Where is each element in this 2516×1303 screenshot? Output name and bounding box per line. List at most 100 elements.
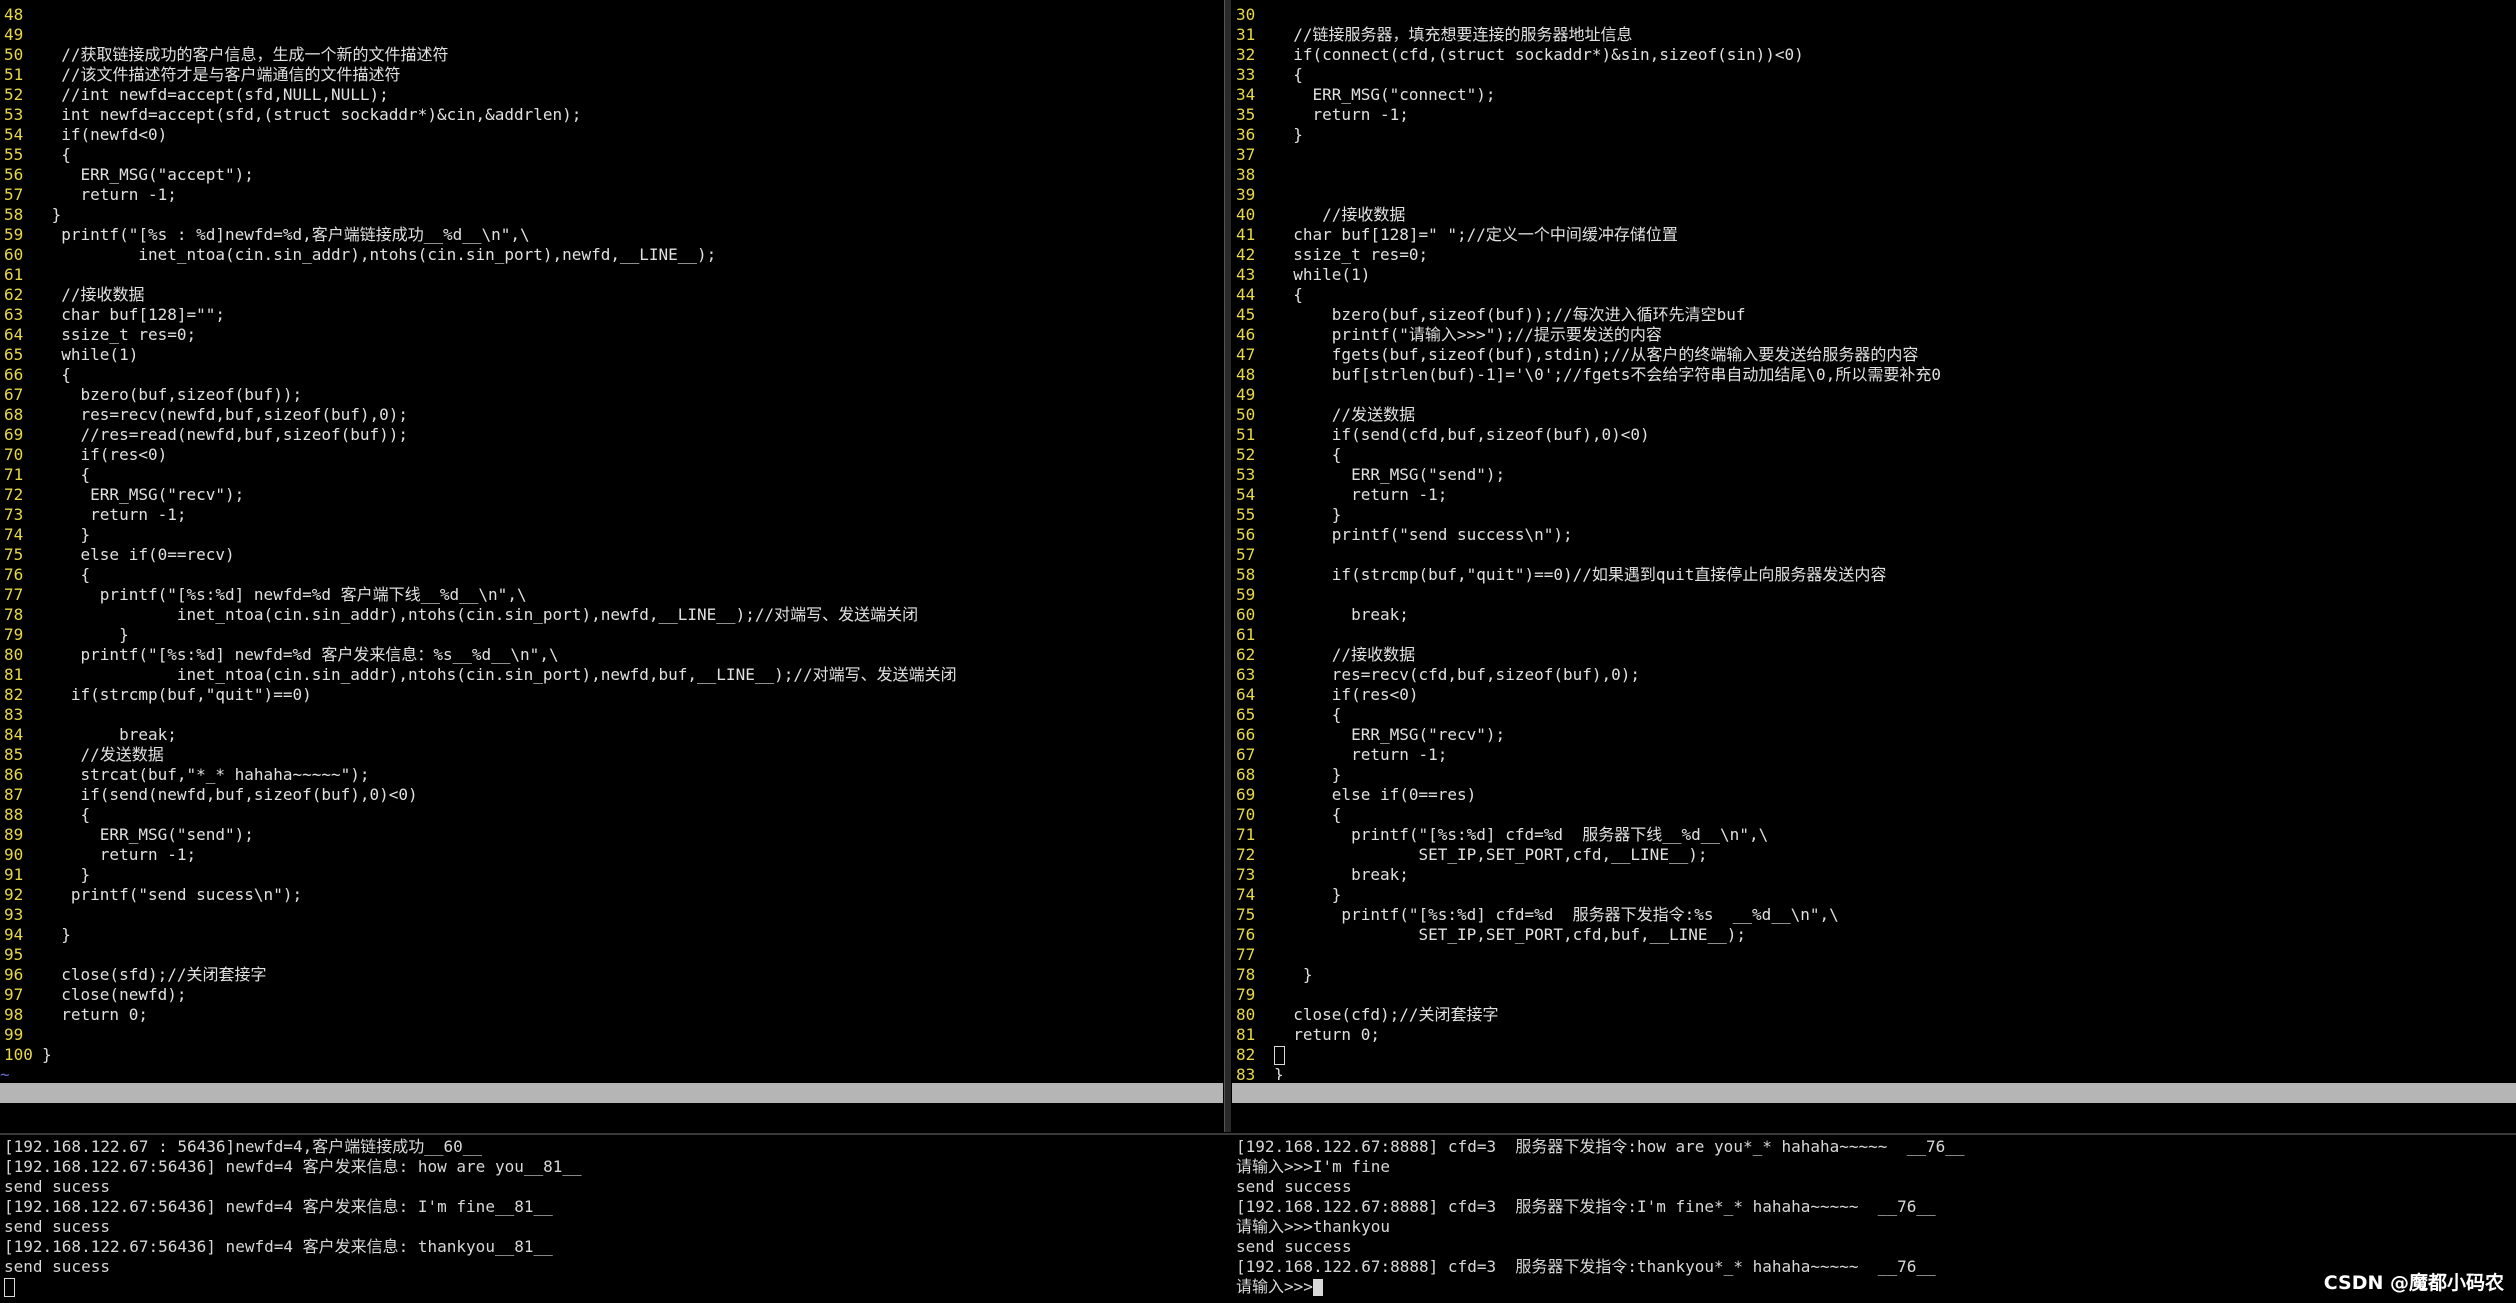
- code-line[interactable]: 34 ERR_MSG("connect");: [1232, 85, 2516, 105]
- code-line[interactable]: 54 return -1;: [1232, 485, 2516, 505]
- code-line[interactable]: 77: [1232, 945, 2516, 965]
- code-line[interactable]: 52 {: [1232, 445, 2516, 465]
- code-line[interactable]: 63 res=recv(cfd,buf,sizeof(buf),0);: [1232, 665, 2516, 685]
- code-line[interactable]: 57: [1232, 545, 2516, 565]
- code-line[interactable]: 42 ssize_t res=0;: [1232, 245, 2516, 265]
- code-line[interactable]: 96 close(sfd);//关闭套接字: [0, 965, 1223, 985]
- code-line[interactable]: 46 printf("请输入>>>");//提示要发送的内容: [1232, 325, 2516, 345]
- editor-right-pane[interactable]: 30 31 //链接服务器，填充想要连接的服务器地址信息 32 if(connect…: [1232, 0, 2516, 1080]
- code-line[interactable]: 62 //接收数据: [1232, 645, 2516, 665]
- code-line[interactable]: 95: [0, 945, 1223, 965]
- code-line[interactable]: 66 ERR_MSG("recv");: [1232, 725, 2516, 745]
- code-line[interactable]: 98 return 0;: [0, 1005, 1223, 1025]
- code-line[interactable]: 69 else if(0==res): [1232, 785, 2516, 805]
- code-line[interactable]: 60 inet_ntoa(cin.sin_addr),ntohs(cin.sin…: [0, 245, 1223, 265]
- code-line[interactable]: 72 ERR_MSG("recv");: [0, 485, 1223, 505]
- code-line[interactable]: 74 }: [1232, 885, 2516, 905]
- code-line[interactable]: 51 //该文件描述符才是与客户端通信的文件描述符: [0, 65, 1223, 85]
- code-line[interactable]: 71 {: [0, 465, 1223, 485]
- code-line[interactable]: 93: [0, 905, 1223, 925]
- vertical-split-divider[interactable]: [1224, 0, 1231, 1132]
- code-line[interactable]: 45 bzero(buf,sizeof(buf));//每次进入循环先清空buf: [1232, 305, 2516, 325]
- terminal-client-output[interactable]: [192.168.122.67:8888] cfd=3 服务器下发指令:how …: [1236, 1137, 2512, 1303]
- code-line[interactable]: 75 else if(0==recv): [0, 545, 1223, 565]
- code-line[interactable]: 70 {: [1232, 805, 2516, 825]
- code-line[interactable]: 81 return 0;: [1232, 1025, 2516, 1045]
- code-line[interactable]: 82 if(strcmp(buf,"quit")==0): [0, 685, 1223, 705]
- code-line[interactable]: 53 int newfd=accept(sfd,(struct sockaddr…: [0, 105, 1223, 125]
- code-line[interactable]: 58 }: [0, 205, 1223, 225]
- code-line[interactable]: 85 //发送数据: [0, 745, 1223, 765]
- code-line[interactable]: 60 break;: [1232, 605, 2516, 625]
- code-line[interactable]: 90 return -1;: [0, 845, 1223, 865]
- code-line[interactable]: 48 buf[strlen(buf)-1]='\0';//fgets不会给字符串…: [1232, 365, 2516, 385]
- code-line[interactable]: 66 {: [0, 365, 1223, 385]
- code-line[interactable]: 58 if(strcmp(buf,"quit")==0)//如果遇到quit直接…: [1232, 565, 2516, 585]
- code-line[interactable]: 67 bzero(buf,sizeof(buf));: [0, 385, 1223, 405]
- code-line[interactable]: 83}: [1232, 1065, 2516, 1080]
- code-line[interactable]: 64 if(res<0): [1232, 685, 2516, 705]
- code-line[interactable]: 67 return -1;: [1232, 745, 2516, 765]
- code-line[interactable]: 83: [0, 705, 1223, 725]
- code-line[interactable]: 99: [0, 1025, 1223, 1045]
- code-lines[interactable]: 48 49 50 //获取链接成功的客户信息，生成一个新的文件描述符 51 //该文件…: [0, 5, 1223, 1080]
- code-line[interactable]: 41 char buf[128]=" ";//定义一个中间缓冲存储位置: [1232, 225, 2516, 245]
- code-line[interactable]: 37: [1232, 145, 2516, 165]
- terminal-server-output[interactable]: [192.168.122.67 : 56436]newfd=4,客户端链接成功_…: [4, 1137, 1222, 1303]
- code-line[interactable]: 68 res=recv(newfd,buf,sizeof(buf),0);: [0, 405, 1223, 425]
- code-line[interactable]: 63 char buf[128]="";: [0, 305, 1223, 325]
- code-line[interactable]: 36 }: [1232, 125, 2516, 145]
- code-line[interactable]: 88 {: [0, 805, 1223, 825]
- horizontal-split-divider[interactable]: [0, 1133, 2516, 1135]
- code-line[interactable]: 72 SET_IP,SET_PORT,cfd,__LINE__);: [1232, 845, 2516, 865]
- code-line[interactable]: 94 }: [0, 925, 1223, 945]
- code-line[interactable]: 80 close(cfd);//关闭套接字: [1232, 1005, 2516, 1025]
- code-line[interactable]: 91 }: [0, 865, 1223, 885]
- editor-left-pane[interactable]: 48 49 50 //获取链接成功的客户信息，生成一个新的文件描述符 51 //该文件…: [0, 0, 1223, 1080]
- code-line[interactable]: 32 if(connect(cfd,(struct sockaddr*)&sin…: [1232, 45, 2516, 65]
- code-line[interactable]: 77 printf("[%s:%d] newfd=%d 客户端下线__%d__\…: [0, 585, 1223, 605]
- code-line[interactable]: 80 printf("[%s:%d] newfd=%d 客户发来信息：%s__%…: [0, 645, 1223, 665]
- code-line[interactable]: 61: [0, 265, 1223, 285]
- code-line[interactable]: 82: [1232, 1045, 2516, 1065]
- code-line[interactable]: 100}: [0, 1045, 1223, 1065]
- code-line[interactable]: 89 ERR_MSG("send");: [0, 825, 1223, 845]
- code-line[interactable]: 62 //接收数据: [0, 285, 1223, 305]
- code-line[interactable]: 30: [1232, 5, 2516, 25]
- code-lines[interactable]: 30 31 //链接服务器，填充想要连接的服务器地址信息 32 if(connect…: [1232, 5, 2516, 1080]
- code-line[interactable]: 78 inet_ntoa(cin.sin_addr),ntohs(cin.sin…: [0, 605, 1223, 625]
- code-line[interactable]: 40 //接收数据: [1232, 205, 2516, 225]
- code-line[interactable]: 38: [1232, 165, 2516, 185]
- code-line[interactable]: 92 printf("send sucess\n");: [0, 885, 1223, 905]
- code-line[interactable]: 39: [1232, 185, 2516, 205]
- code-line[interactable]: 65 while(1): [0, 345, 1223, 365]
- code-line[interactable]: 79 }: [0, 625, 1223, 645]
- code-line[interactable]: 59 printf("[%s : %d]newfd=%d,客户端链接成功__%d…: [0, 225, 1223, 245]
- code-line[interactable]: 73 return -1;: [0, 505, 1223, 525]
- code-line[interactable]: 47 fgets(buf,sizeof(buf),stdin);//从客户的终端…: [1232, 345, 2516, 365]
- code-line[interactable]: 79: [1232, 985, 2516, 1005]
- code-line[interactable]: 53 ERR_MSG("send");: [1232, 465, 2516, 485]
- code-line[interactable]: 76 {: [0, 565, 1223, 585]
- code-line[interactable]: 75 printf("[%s:%d] cfd=%d 服务器下发指令:%s __%…: [1232, 905, 2516, 925]
- code-line[interactable]: 78 }: [1232, 965, 2516, 985]
- code-line[interactable]: 49: [1232, 385, 2516, 405]
- code-line[interactable]: 33 {: [1232, 65, 2516, 85]
- code-line[interactable]: 50 //发送数据: [1232, 405, 2516, 425]
- code-line[interactable]: 61: [1232, 625, 2516, 645]
- code-line[interactable]: 84 break;: [0, 725, 1223, 745]
- code-line[interactable]: 87 if(send(newfd,buf,sizeof(buf),0)<0): [0, 785, 1223, 805]
- code-line[interactable]: 86 strcat(buf,"*_* hahaha~~~~~");: [0, 765, 1223, 785]
- code-line[interactable]: 68 }: [1232, 765, 2516, 785]
- code-line[interactable]: 71 printf("[%s:%d] cfd=%d 服务器下线__%d__\n"…: [1232, 825, 2516, 845]
- code-line[interactable]: 70 if(res<0): [0, 445, 1223, 465]
- code-line[interactable]: 74 }: [0, 525, 1223, 545]
- code-line[interactable]: 44 {: [1232, 285, 2516, 305]
- code-line[interactable]: 50 //获取链接成功的客户信息，生成一个新的文件描述符: [0, 45, 1223, 65]
- code-line[interactable]: 49: [0, 25, 1223, 45]
- terminal-prompt-line[interactable]: [4, 1277, 1222, 1297]
- code-line[interactable]: 81 inet_ntoa(cin.sin_addr),ntohs(cin.sin…: [0, 665, 1223, 685]
- code-line[interactable]: 43 while(1): [1232, 265, 2516, 285]
- code-line[interactable]: 64 ssize_t res=0;: [0, 325, 1223, 345]
- code-line[interactable]: 56 printf("send success\n");: [1232, 525, 2516, 545]
